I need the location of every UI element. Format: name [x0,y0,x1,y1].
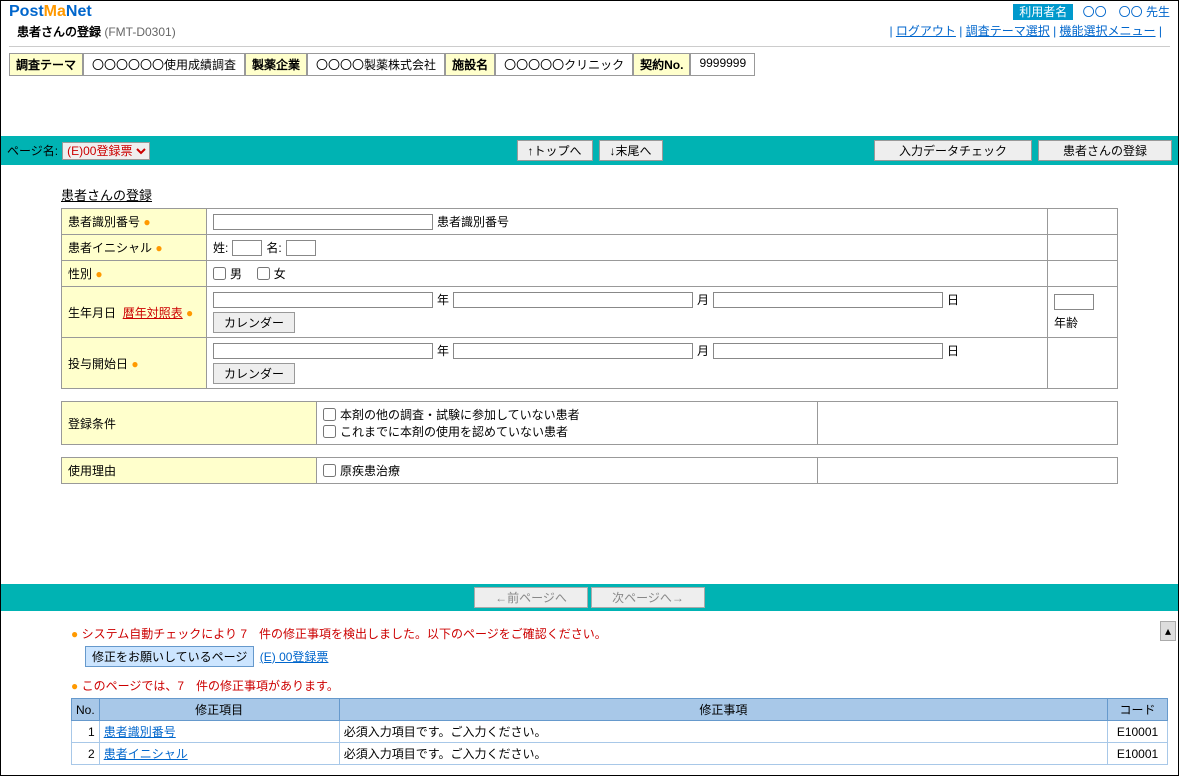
warn-icon: ● [71,627,78,641]
required-icon: ● [155,241,162,255]
dob-month-input[interactable] [453,292,693,308]
th-item: 修正項目 [99,699,339,721]
male-label: 男 [230,265,242,282]
start-month-input[interactable] [453,343,693,359]
dob-label: 生年月日 [68,306,116,320]
facility-label: 施設名 [445,53,495,76]
reason-label: 使用理由 [68,464,116,478]
patient-form: 患者識別番号 ● 患者識別番号 患者イニシャル ● 姓: 名: 性別 ● 男 女… [61,208,1118,389]
day-label: 日 [947,291,959,308]
start-day-input[interactable] [713,343,943,359]
required-icon: ● [143,215,150,229]
theme-value: 〇〇〇〇〇〇使用成績調査 [83,53,245,76]
contract-label: 契約No. [633,53,690,76]
cond2-checkbox[interactable] [323,425,336,438]
row-no: 2 [72,743,100,765]
row-code: E10001 [1108,743,1168,765]
male-checkbox[interactable] [213,267,226,280]
reason-table: 使用理由 原疾患治療 [61,457,1118,484]
start-year-input[interactable] [213,343,433,359]
next-page-button[interactable]: 次ページへ→ [591,587,705,608]
age-label: 年齢 [1054,314,1078,331]
dob-year-input[interactable] [213,292,433,308]
err-item-link[interactable]: 患者イニシャル [104,747,188,761]
surname-input[interactable] [232,240,262,256]
month-label: 月 [697,291,709,308]
year-label: 年 [437,342,449,359]
age-input[interactable] [1054,294,1094,310]
row-no: 1 [72,721,100,743]
page-name-label: ページ名: [7,142,58,159]
cond1-checkbox[interactable] [323,408,336,421]
required-icon: ● [131,357,138,371]
nav-bar: ←前ページへ 次ページへ→ [1,584,1178,611]
patient-id-input[interactable] [213,214,433,230]
section-title: 患者さんの登録 [61,185,1178,204]
toolbar: ページ名: (E)00登録票 ↑トップへ ↓末尾へ 入力データチェック 患者さん… [1,136,1178,165]
conditions-table: 登録条件 本剤の他の調査・試験に参加していない患者 これまでに本剤の使用を認めて… [61,401,1118,445]
patient-id-suffix: 患者識別番号 [437,213,509,230]
facility-value: 〇〇〇〇〇クリニック [495,53,633,76]
cond-label: 登録条件 [68,417,116,431]
row-issue: 必須入力項目です。ご入力ください。 [339,743,1107,765]
era-link[interactable]: 暦年対照表 [123,306,183,320]
cond1-label: 本剤の他の調査・試験に参加していない患者 [340,406,580,423]
user-label: 利用者名 [1013,4,1073,20]
required-icon: ● [95,267,102,281]
err-item-link[interactable]: 患者識別番号 [104,725,176,739]
logo: PostMaNet [9,3,184,21]
calendar-button[interactable]: カレンダー [213,312,295,333]
table-row: 1 患者識別番号 必須入力項目です。ご入力ください。 E10001 [72,721,1168,743]
sex-label: 性別 [68,267,92,281]
th-issue: 修正事項 [339,699,1107,721]
company-value: 〇〇〇〇製薬株式会社 [307,53,445,76]
sys-check-msg: システム自動チェックにより 7 件の修正事項を検出しました。以下のページをご確認… [82,627,607,641]
patient-id-label: 患者識別番号 [68,215,140,229]
nav-links: | ログアウト | 調査テーマ選択 | 機能選択メニュー | [881,20,1170,41]
month-label: 月 [697,342,709,359]
fix-pages-label: 修正をお願いしているページ [85,646,254,667]
check-button[interactable]: 入力データチェック [874,140,1032,161]
row-code: E10001 [1108,721,1168,743]
fix-page-link[interactable]: (E) 00登録票 [260,648,329,665]
given-label: 名: [266,239,281,256]
reason1-label: 原疾患治療 [340,462,400,479]
theme-link[interactable]: 調査テーマ選択 [966,24,1050,38]
error-table: No. 修正項目 修正事項 コード 1 患者識別番号 必須入力項目です。ご入力く… [71,698,1168,765]
logout-link[interactable]: ログアウト [896,24,956,38]
page-subtitle: 患者さんの登録 (FMT-D0301) [9,21,184,42]
cond2-label: これまでに本剤の使用を認めていない患者 [340,423,568,440]
row-issue: 必須入力項目です。ご入力ください。 [339,721,1107,743]
given-input[interactable] [286,240,316,256]
scroll-up-icon[interactable]: ▴ [1160,621,1176,641]
menu-link[interactable]: 機能選択メニュー [1060,24,1156,38]
female-label: 女 [274,265,286,282]
reason1-checkbox[interactable] [323,464,336,477]
end-button[interactable]: ↓末尾へ [599,140,663,161]
female-checkbox[interactable] [257,267,270,280]
day-label: 日 [947,342,959,359]
register-button[interactable]: 患者さんの登録 [1038,140,1172,161]
prev-page-button[interactable]: ←前ページへ [474,587,588,608]
table-row: 2 患者イニシャル 必須入力項目です。ご入力ください。 E10001 [72,743,1168,765]
page-select[interactable]: (E)00登録票 [62,142,150,160]
surname-label: 姓: [213,239,228,256]
year-label: 年 [437,291,449,308]
info-bar: 調査テーマ 〇〇〇〇〇〇使用成績調査 製薬企業 〇〇〇〇製薬株式会社 施設名 〇… [9,53,1170,76]
contract-value: 9999999 [690,53,755,76]
th-code: コード [1108,699,1168,721]
theme-label: 調査テーマ [9,53,83,76]
check-area: ▴ ● システム自動チェックにより 7 件の修正事項を検出しました。以下のページ… [1,611,1178,775]
page-check-msg: このページでは、7 件の修正事項があります。 [82,679,339,693]
start-label: 投与開始日 [68,357,128,371]
user-name: 〇〇 〇〇 先生 [1077,5,1170,19]
required-icon: ● [186,306,193,320]
company-label: 製薬企業 [245,53,307,76]
top-button[interactable]: ↑トップへ [516,140,592,161]
calendar-button-2[interactable]: カレンダー [213,363,295,384]
warn-icon: ● [71,679,78,693]
initials-label: 患者イニシャル [68,241,152,255]
th-no: No. [72,699,100,721]
dob-day-input[interactable] [713,292,943,308]
